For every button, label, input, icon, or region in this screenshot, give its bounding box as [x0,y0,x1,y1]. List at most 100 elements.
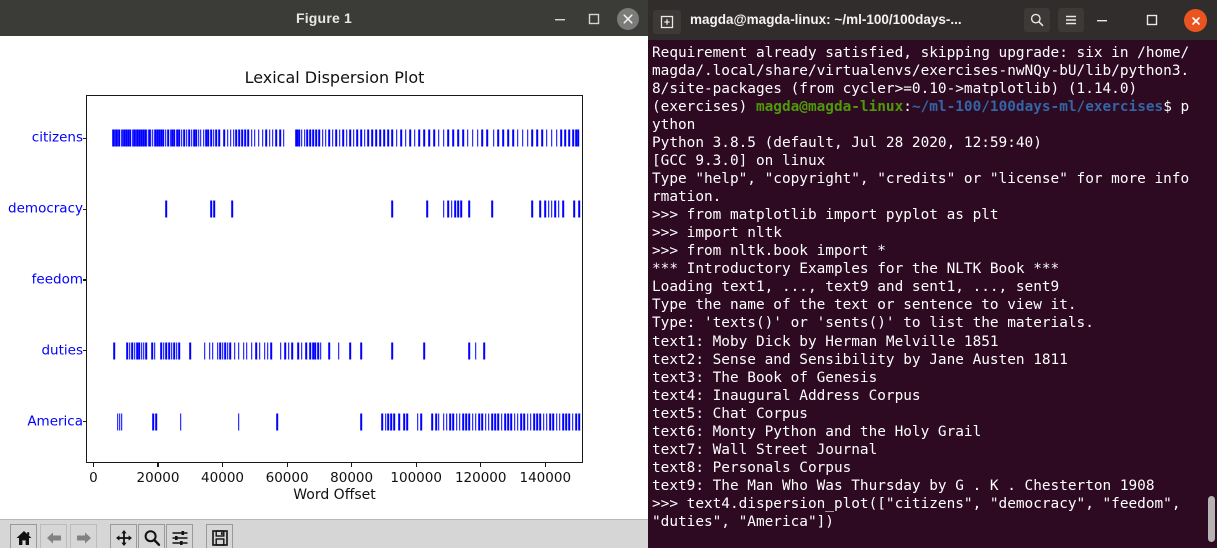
dispersion-mark [170,342,173,360]
dispersion-mark [539,200,542,218]
minimize-icon [1097,20,1107,22]
dispersion-mark [207,129,210,147]
dispersion-mark [558,413,561,431]
dispersion-mark [229,342,232,360]
magnifier-icon [144,529,160,546]
toolbar-forward-button[interactable] [70,524,97,548]
dispersion-mark [312,129,315,147]
dispersion-mark [238,129,241,147]
terminal-new-tab-button[interactable] [653,10,681,34]
terminal-line: text6: Monty Python and the Holy Grail [652,423,1205,441]
figure-titlebar[interactable]: Figure 1 [0,0,648,37]
dispersion-mark [523,413,526,431]
dispersion-mark [476,129,479,147]
dispersion-mark [398,413,401,431]
matplotlib-navigation-toolbar [0,519,648,548]
terminal-text-span: Loading text1, ..., text9 and sent1, ...… [652,279,1060,296]
figure-canvas[interactable]: Lexical Dispersion Plot citizens democrac… [0,36,648,519]
dispersion-mark [318,129,321,147]
x-axis-tick-mark [544,462,546,467]
dispersion-mark [465,413,467,431]
toolbar-pan-button[interactable] [110,524,137,548]
terminal-titlebar[interactable]: magda@magda-linux: ~/ml-100/100days-... [648,0,1217,41]
dispersion-mark [314,342,317,360]
terminal-line: 8/site-packages (from cycler>=0.10->matp… [652,80,1205,98]
terminal-menu-button[interactable] [1058,8,1084,32]
dispersion-mark [533,413,535,431]
dispersion-mark [452,413,455,431]
y-axis-tick-label: feedom [31,271,83,288]
dispersion-mark [565,413,568,431]
dispersion-mark [492,129,495,147]
terminal-scrollbar[interactable] [1206,40,1217,548]
terminal-text-content: Requirement already satisfied, skipping … [652,44,1205,531]
dispersion-mark [577,129,579,147]
terminal-line: text7: Wall Street Journal [652,441,1205,459]
figure-maximize-button[interactable] [583,8,605,30]
dispersion-mark [526,129,529,147]
dispersion-mark [303,129,306,147]
x-axis-tick-mark [351,462,353,467]
dispersion-mark [578,200,580,218]
terminal-window: magda@magda-linux: ~/ml-100/100days-... [648,0,1217,548]
dispersion-mark [213,200,216,218]
dispersion-mark [423,129,426,147]
dispersion-mark [468,342,471,360]
dispersion-mark [229,129,232,147]
dispersion-mark [265,129,267,147]
y-axis-tick-label: duties [41,342,83,359]
dispersion-mark [363,129,366,147]
dispersion-mark [423,342,426,360]
terminal-line: Type "help", "copyright", "credits" or "… [652,170,1205,188]
dispersion-mark [152,413,154,431]
terminal-text-span: Python 3.8.5 (default, Jul 28 2020, 12:5… [652,135,1042,152]
dispersion-mark [360,342,363,360]
terminal-text-span: *** Introductory Examples for the NLTK B… [652,261,1060,278]
figure-close-button[interactable] [617,8,639,30]
dispersion-mark [558,200,560,218]
dispersion-mark [562,200,564,218]
dispersion-mark [555,413,558,431]
terminal-output-area[interactable]: Requirement already satisfied, skipping … [648,40,1217,548]
dispersion-mark [418,129,421,147]
terminal-minimize-button[interactable] [1091,10,1113,30]
terminal-text-span: $ p [1163,99,1190,116]
terminal-text-span: text4: Inaugural Address Corpus [652,387,921,404]
dispersion-mark [328,342,330,360]
dispersion-mark [349,342,351,360]
dispersion-mark [255,342,258,360]
dispersion-mark [360,129,362,147]
x-axis-tick-mark [157,462,159,467]
toolbar-configure-subplots-button[interactable] [166,524,193,548]
dispersion-mark [375,129,377,147]
dispersion-mark [446,413,448,431]
dispersion-mark [335,129,337,147]
y-axis-tick-label: America [27,412,83,429]
dispersion-mark [409,129,412,147]
dispersion-mark [517,129,519,147]
terminal-scrollbar-thumb[interactable] [1208,496,1215,542]
dispersion-mark [325,129,327,147]
dispersion-mark [224,342,226,360]
figure-minimize-button[interactable] [549,8,571,30]
terminal-search-button[interactable] [1024,8,1050,32]
dispersion-mark [250,129,253,147]
dispersion-mark [383,129,385,147]
toolbar-save-button[interactable] [206,524,233,548]
toolbar-back-button[interactable] [40,524,67,548]
dispersion-mark [160,342,163,360]
toolbar-zoom-button[interactable] [138,524,165,548]
terminal-close-button[interactable] [1184,9,1207,32]
dispersion-mark [183,129,185,147]
dispersion-mark [458,413,461,431]
x-axis-label: Word Offset [293,487,376,503]
terminal-line: text1: Moby Dick by Herman Melville 1851 [652,333,1205,351]
dispersion-mark [284,342,287,360]
toolbar-home-button[interactable] [10,524,37,548]
dispersion-mark [568,129,570,147]
dispersion-mark [319,342,322,360]
maximize-icon [588,13,600,25]
dispersion-mark [387,129,389,147]
terminal-maximize-button[interactable] [1141,10,1163,30]
dispersion-mark [500,413,503,431]
